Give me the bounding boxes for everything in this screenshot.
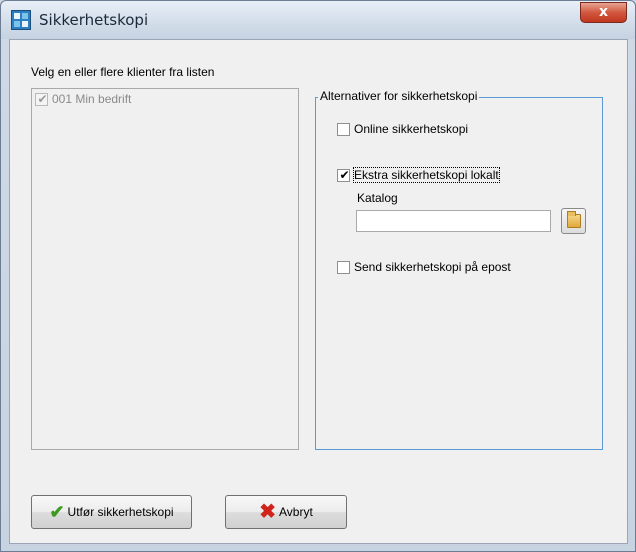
- client-name: 001 Min bedrift: [52, 92, 132, 106]
- checkmark-icon: ✔: [49, 502, 65, 522]
- backup-options-legend: Alternativer for sikkerhetskopi: [318, 89, 480, 103]
- client-list[interactable]: ✔ 001 Min bedrift: [31, 88, 299, 450]
- local-backup-option[interactable]: ✔ Ekstra sikkerhetskopi lokalt: [337, 167, 500, 183]
- client-list-label: Velg en eller flere klienter fra listen: [31, 65, 215, 79]
- window-title: Sikkerhetskopi: [39, 11, 149, 29]
- browse-folder-button[interactable]: [561, 208, 586, 234]
- execute-backup-label: Utfør sikkerhetskopi: [67, 505, 174, 519]
- folder-icon: [567, 211, 581, 228]
- app-grid-icon: [11, 10, 31, 30]
- cancel-label: Avbryt: [278, 505, 313, 519]
- title-bar[interactable]: Sikkerhetskopi x: [1, 1, 635, 39]
- close-icon: x: [598, 4, 609, 20]
- katalog-path-input[interactable]: [356, 210, 551, 232]
- red-x-icon: ✖: [259, 501, 276, 523]
- client-checkbox: ✔: [35, 91, 48, 106]
- local-backup-label[interactable]: Ekstra sikkerhetskopi lokalt: [353, 167, 500, 183]
- online-backup-label[interactable]: Online sikkerhetskopi: [354, 122, 468, 136]
- online-backup-option[interactable]: Online sikkerhetskopi: [337, 122, 468, 136]
- check-mark-icon: ✔: [339, 167, 350, 182]
- email-backup-label[interactable]: Send sikkerhetskopi på epost: [354, 260, 511, 274]
- check-mark-icon: ✔: [37, 91, 48, 106]
- cancel-button[interactable]: ✖ Avbryt: [225, 495, 347, 529]
- email-backup-option[interactable]: Send sikkerhetskopi på epost: [337, 260, 511, 274]
- execute-backup-button[interactable]: ✔ Utfør sikkerhetskopi: [31, 495, 192, 529]
- katalog-label: Katalog: [357, 191, 398, 205]
- local-backup-checkbox[interactable]: ✔: [337, 167, 350, 182]
- email-backup-checkbox[interactable]: [337, 260, 350, 274]
- online-backup-checkbox[interactable]: [337, 122, 350, 136]
- list-item: ✔ 001 Min bedrift: [35, 92, 131, 106]
- close-button[interactable]: x: [580, 2, 627, 23]
